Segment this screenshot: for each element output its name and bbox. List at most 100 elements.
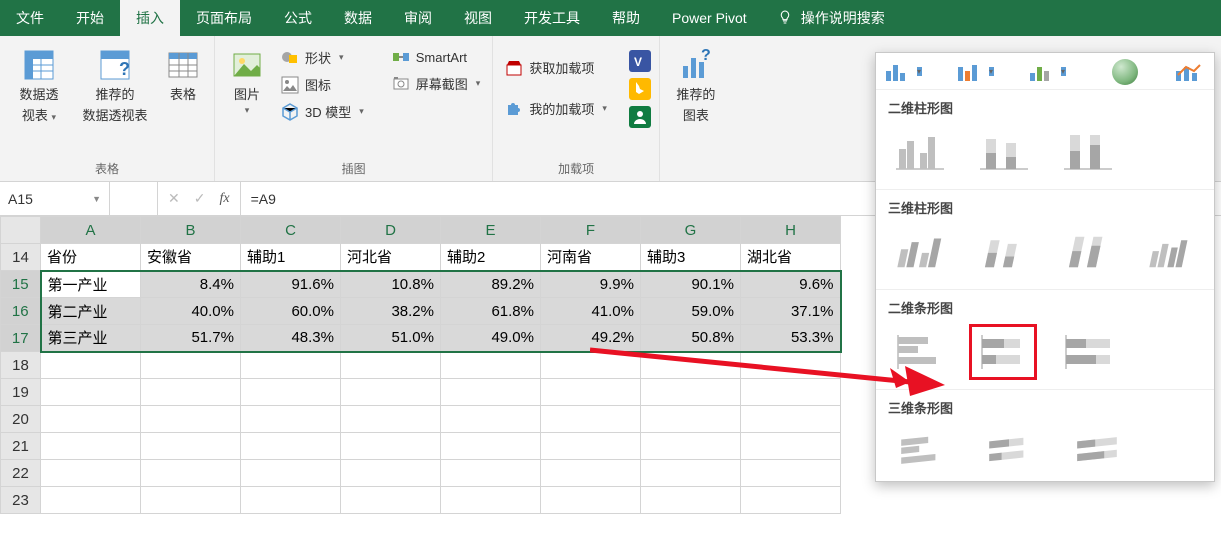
cell[interactable]: 第一产业 (41, 271, 141, 298)
pivot-table-button[interactable]: 数据透 视表 ▾ (8, 44, 70, 128)
cell[interactable]: 辅助3 (641, 244, 741, 271)
icons-button[interactable]: 图标 (277, 73, 368, 96)
visio-icon[interactable]: V (629, 50, 651, 72)
enter-formula-icon[interactable]: ✓ (194, 190, 206, 207)
clustered-column-3d-option[interactable] (890, 229, 948, 275)
column-chart-split-button[interactable]: ▾ (886, 63, 912, 81)
recommended-pivot-button[interactable]: ? 推荐的 数据透视表 (76, 44, 154, 128)
smartart-button[interactable]: SmartArt (388, 46, 485, 68)
cell[interactable]: 61.8% (441, 298, 541, 325)
pictures-button[interactable]: 图片 ▾ (223, 44, 271, 120)
tab-developer[interactable]: 开发工具 (508, 0, 596, 36)
recommended-charts-button[interactable]: ? 推荐的 图表 (668, 44, 724, 128)
cell[interactable]: 50.8% (641, 325, 741, 352)
bar-chart-split-button[interactable]: ▾ (958, 63, 984, 81)
cell[interactable]: 第三产业 (41, 325, 141, 352)
table-row[interactable]: 17 第三产业 51.7% 48.3% 51.0% 49.0% 49.2% 50… (1, 325, 841, 352)
percent-stacked-column-option[interactable] (1058, 129, 1116, 175)
tell-me-search[interactable]: 操作说明搜索 (763, 0, 899, 36)
cancel-formula-icon[interactable]: ✕ (168, 190, 180, 207)
tab-review[interactable]: 审阅 (388, 0, 448, 36)
cell[interactable]: 9.9% (541, 271, 641, 298)
row-header[interactable]: 15 (1, 271, 41, 298)
column-3d-option[interactable] (1142, 229, 1200, 275)
cell[interactable]: 第二产业 (41, 298, 141, 325)
cell[interactable]: 安徽省 (141, 244, 241, 271)
tab-file[interactable]: 文件 (0, 0, 60, 36)
cell[interactable]: 59.0% (641, 298, 741, 325)
map-chart-button[interactable] (1112, 59, 1138, 85)
tab-formulas[interactable]: 公式 (268, 0, 328, 36)
tab-data[interactable]: 数据 (328, 0, 388, 36)
screenshot-button[interactable]: 屏幕截图▾ (388, 72, 485, 95)
combo-chart-button[interactable] (1174, 61, 1204, 83)
row-header[interactable]: 22 (1, 460, 41, 487)
my-addins-button[interactable]: 我的加载项▾ (501, 97, 611, 120)
tab-view[interactable]: 视图 (448, 0, 508, 36)
cell[interactable]: 辅助2 (441, 244, 541, 271)
cell[interactable]: 河南省 (541, 244, 641, 271)
col-header[interactable]: B (141, 217, 241, 244)
cell[interactable]: 51.7% (141, 325, 241, 352)
col-header[interactable]: E (441, 217, 541, 244)
col-header[interactable]: G (641, 217, 741, 244)
row-header[interactable]: 16 (1, 298, 41, 325)
row-header[interactable]: 20 (1, 406, 41, 433)
stacked-bar-3d-option[interactable] (978, 429, 1040, 475)
shapes-button[interactable]: 形状▾ (277, 46, 368, 69)
cell[interactable]: 90.1% (641, 271, 741, 298)
row-header[interactable]: 18 (1, 352, 41, 379)
table-row[interactable]: 20 (1, 406, 841, 433)
col-header[interactable]: H (741, 217, 841, 244)
table-row[interactable]: 18 (1, 352, 841, 379)
cell[interactable]: 60.0% (241, 298, 341, 325)
stacked-column-option[interactable] (974, 129, 1032, 175)
stacked-column-3d-option[interactable] (974, 229, 1032, 275)
cell[interactable]: 49.0% (441, 325, 541, 352)
cell[interactable]: 河北省 (341, 244, 441, 271)
cell[interactable]: 省份 (41, 244, 141, 271)
cell[interactable]: 48.3% (241, 325, 341, 352)
col-header[interactable]: A (41, 217, 141, 244)
table-row[interactable]: 15 第一产业 8.4% 91.6% 10.8% 89.2% 9.9% 90.1… (1, 271, 841, 298)
col-header[interactable]: F (541, 217, 641, 244)
name-box[interactable]: A15 ▼ (0, 182, 110, 215)
clustered-bar-3d-option[interactable] (890, 429, 952, 475)
cell[interactable]: 辅助1 (241, 244, 341, 271)
percent-stacked-bar-option[interactable] (1058, 329, 1116, 375)
table-row[interactable]: 21 (1, 433, 841, 460)
cell[interactable]: 91.6% (241, 271, 341, 298)
get-addins-button[interactable]: 获取加载项 (501, 56, 611, 79)
percent-stacked-column-3d-option[interactable] (1058, 229, 1116, 275)
table-row[interactable]: 16 第二产业 40.0% 60.0% 38.2% 61.8% 41.0% 59… (1, 298, 841, 325)
grid[interactable]: A B C D E F G H 14 省份 安徽省 辅助1 河北省 辅助2 河南… (0, 216, 842, 514)
table-row[interactable]: 14 省份 安徽省 辅助1 河北省 辅助2 河南省 辅助3 湖北省 (1, 244, 841, 271)
cell[interactable]: 8.4% (141, 271, 241, 298)
cell[interactable]: 51.0% (341, 325, 441, 352)
tab-help[interactable]: 帮助 (596, 0, 656, 36)
table-row[interactable]: 22 (1, 460, 841, 487)
stacked-bar-option[interactable] (974, 329, 1032, 375)
cell[interactable]: 38.2% (341, 298, 441, 325)
bing-icon[interactable] (629, 78, 651, 100)
row-header[interactable]: 17 (1, 325, 41, 352)
row-header[interactable]: 19 (1, 379, 41, 406)
table-row[interactable]: 23 (1, 487, 841, 514)
cell[interactable]: 49.2% (541, 325, 641, 352)
cell[interactable]: 9.6% (741, 271, 841, 298)
tab-insert[interactable]: 插入 (120, 0, 180, 36)
row-header[interactable]: 14 (1, 244, 41, 271)
tab-layout[interactable]: 页面布局 (180, 0, 268, 36)
row-header[interactable]: 21 (1, 433, 41, 460)
cell[interactable]: 37.1% (741, 298, 841, 325)
cell[interactable]: 53.3% (741, 325, 841, 352)
row-header[interactable]: 23 (1, 487, 41, 514)
hist-chart-split-button[interactable]: ▾ (1030, 63, 1056, 81)
cell[interactable]: 40.0% (141, 298, 241, 325)
table-row[interactable]: 19 (1, 379, 841, 406)
tab-home[interactable]: 开始 (60, 0, 120, 36)
cell[interactable]: 10.8% (341, 271, 441, 298)
table-button[interactable]: 表格 (160, 44, 206, 107)
fx-icon[interactable]: fx (219, 191, 229, 207)
percent-stacked-bar-3d-option[interactable] (1066, 429, 1128, 475)
